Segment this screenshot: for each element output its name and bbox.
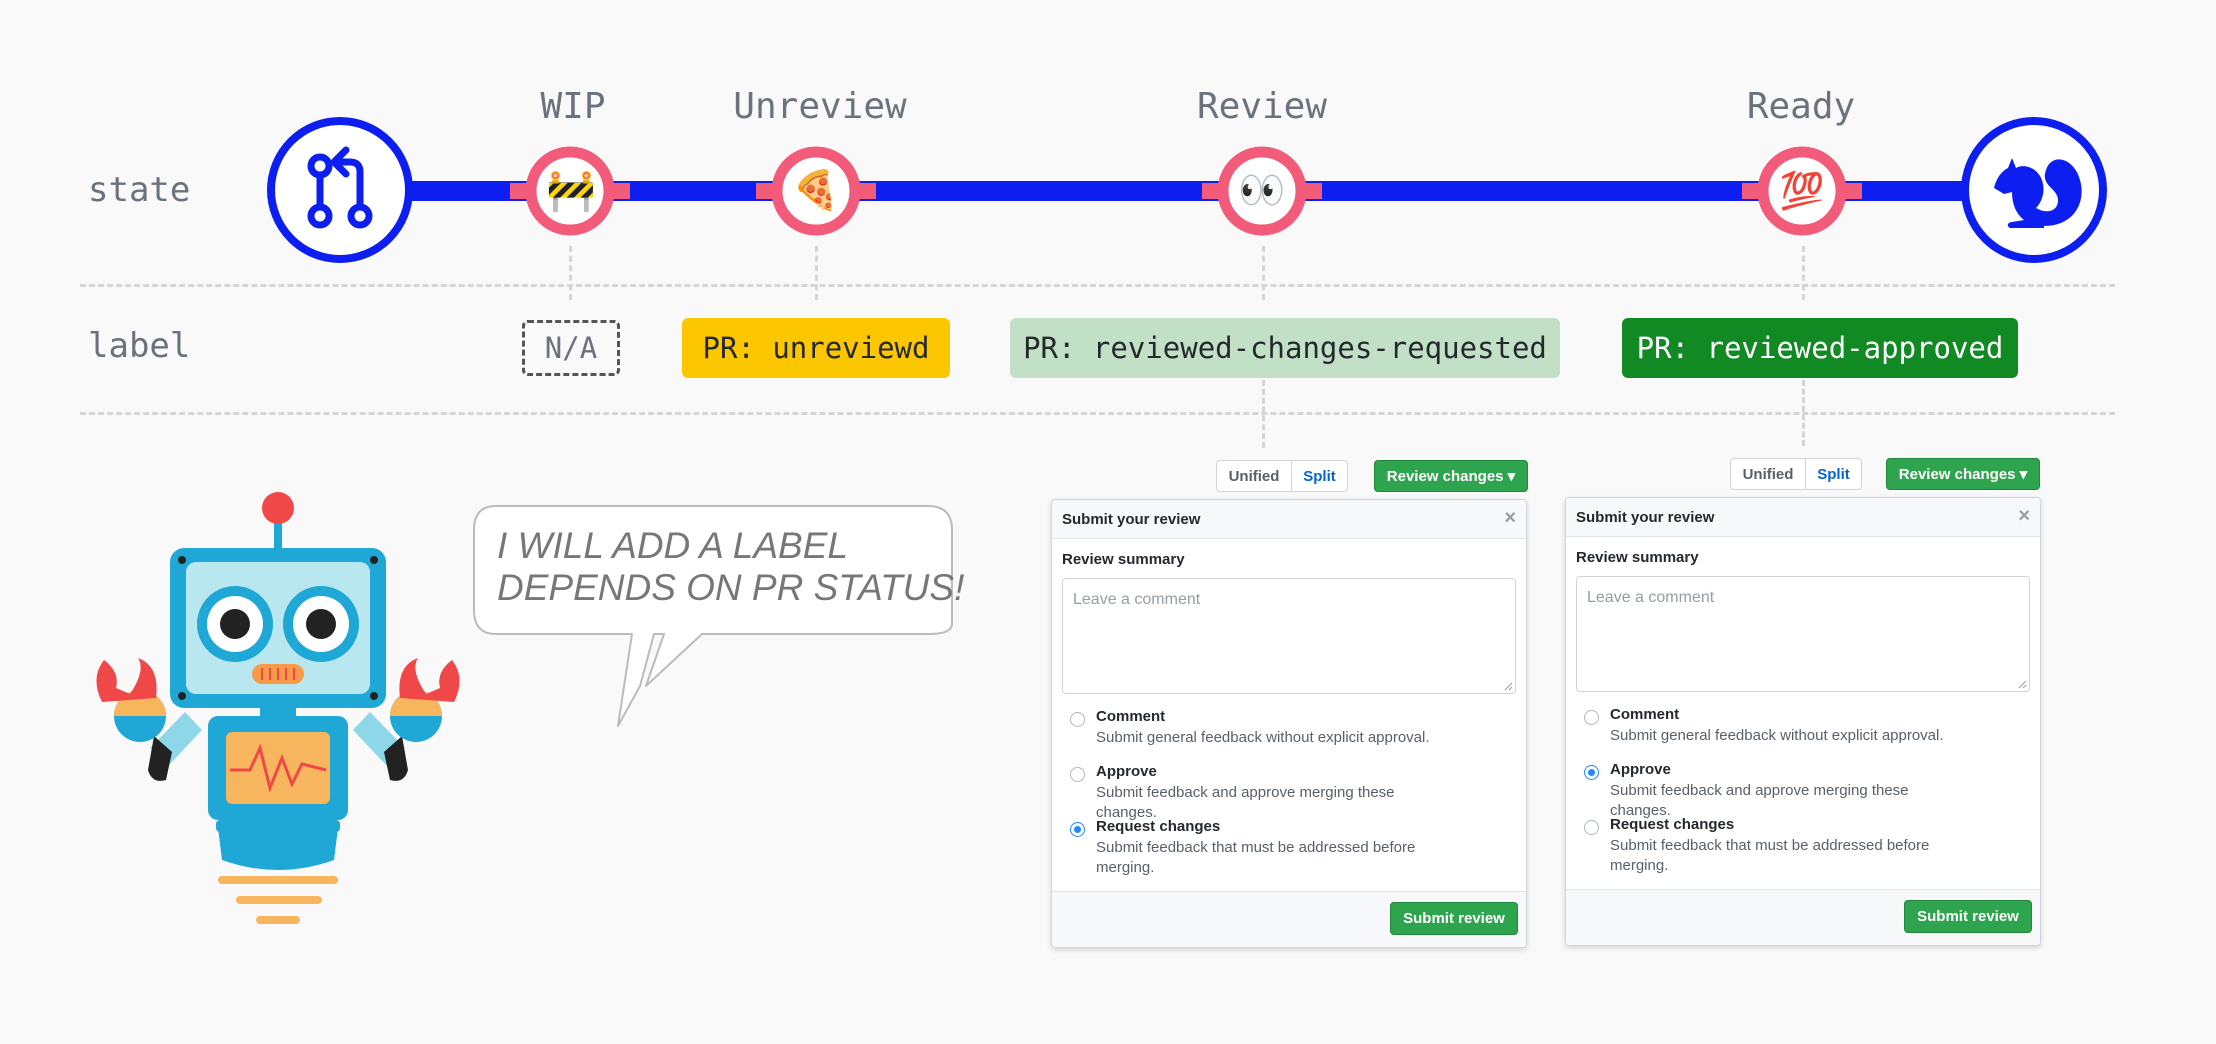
- radio-request-changes[interactable]: [1584, 820, 1599, 835]
- radio-request-changes[interactable]: [1070, 822, 1085, 837]
- hundred-points-icon: 💯: [1779, 170, 1825, 211]
- review-panel-approved: Unified Split Review changes ▾ Submit yo…: [1565, 458, 2041, 948]
- dialog-title: Submit your review: [1576, 508, 1715, 526]
- split-button[interactable]: Split: [1806, 458, 1862, 490]
- option-title: Request changes: [1610, 816, 1735, 833]
- speech-line-2: DEPENDS ON PR STATUS!: [497, 567, 965, 608]
- label-unreviewed: PR: unreviewd: [682, 318, 950, 378]
- option-request-changes[interactable]: Request changes Submit feedback that mus…: [1070, 816, 1526, 886]
- unified-button[interactable]: Unified: [1730, 458, 1806, 490]
- construction-icon: 🚧: [546, 169, 596, 213]
- label-na: N/A: [522, 320, 620, 376]
- option-approve[interactable]: Approve Submit feedback and approve merg…: [1584, 759, 2040, 819]
- robot-illustration: [96, 492, 460, 924]
- submit-review-button[interactable]: Submit review: [1904, 900, 2032, 933]
- resize-handle-icon[interactable]: [1503, 681, 1513, 691]
- comment-textarea[interactable]: Leave a comment: [1062, 578, 1516, 694]
- review-changes-button[interactable]: Review changes ▾: [1374, 460, 1528, 492]
- review-summary-label: Review summary: [1062, 551, 1185, 568]
- pull-request-icon: [267, 117, 413, 263]
- review-panel-changes: Unified Split Review changes ▾ Submit yo…: [1051, 460, 1528, 950]
- comment-placeholder: Leave a comment: [1587, 589, 1715, 606]
- option-title: Approve: [1096, 763, 1157, 780]
- review-panel-connector: [1262, 380, 1265, 448]
- option-desc: Submit feedback that must be addressed b…: [1610, 837, 1930, 874]
- radio-comment[interactable]: [1070, 712, 1085, 727]
- split-button[interactable]: Split: [1292, 460, 1348, 492]
- comment-placeholder: Leave a comment: [1073, 591, 1201, 608]
- radio-comment[interactable]: [1584, 710, 1599, 725]
- dialog-footer: Submit review: [1052, 891, 1526, 947]
- eyes-icon: 👀: [1238, 170, 1286, 212]
- resize-handle-icon[interactable]: [2017, 679, 2027, 689]
- submit-review-button[interactable]: Submit review: [1390, 902, 1518, 935]
- label-row-label: label: [88, 326, 191, 366]
- speech-text: I WILL ADD A LABEL DEPENDS ON PR STATUS!: [497, 525, 964, 609]
- dialog-header: Submit your review ×: [1566, 498, 2040, 537]
- close-icon[interactable]: ×: [1504, 507, 1516, 530]
- option-comment[interactable]: Comment Submit general feedback without …: [1070, 706, 1526, 761]
- dialog-footer: Submit review: [1566, 889, 2040, 945]
- label-changes-requested: PR: reviewed-changes-requested: [1010, 318, 1560, 378]
- diff-toggle: Unified Split: [1216, 460, 1348, 492]
- option-comment[interactable]: Comment Submit general feedback without …: [1584, 704, 2040, 759]
- option-desc: Submit general feedback without explicit…: [1096, 729, 1430, 746]
- radio-approve[interactable]: [1070, 767, 1085, 782]
- option-title: Comment: [1610, 706, 1680, 723]
- submit-review-dialog: Submit your review × Review summary Leav…: [1565, 497, 2041, 946]
- option-request-changes[interactable]: Request changes Submit feedback that mus…: [1584, 814, 2040, 884]
- submit-review-dialog: Submit your review × Review summary Leav…: [1051, 499, 1527, 948]
- ready-panel-connector: [1802, 380, 1805, 446]
- label-approved: PR: reviewed-approved: [1622, 318, 2018, 378]
- option-desc: Submit feedback that must be addressed b…: [1096, 839, 1416, 876]
- option-title: Comment: [1096, 708, 1166, 725]
- dialog-header: Submit your review ×: [1052, 500, 1526, 539]
- diff-toggle: Unified Split: [1730, 458, 1862, 490]
- separator-top: [80, 284, 2115, 287]
- timeline: [267, 117, 2107, 263]
- review-changes-button[interactable]: Review changes ▾: [1886, 458, 2040, 490]
- pizza-icon: 🍕: [792, 170, 840, 212]
- radio-approve[interactable]: [1584, 765, 1599, 780]
- dialog-title: Submit your review: [1062, 510, 1201, 528]
- separator-bottom: [80, 412, 2115, 415]
- speech-line-1: I WILL ADD A LABEL: [497, 525, 848, 566]
- option-title: Request changes: [1096, 818, 1221, 835]
- option-title: Approve: [1610, 761, 1671, 778]
- unified-button[interactable]: Unified: [1216, 460, 1292, 492]
- option-approve[interactable]: Approve Submit feedback and approve merg…: [1070, 761, 1526, 821]
- option-desc: Submit general feedback without explicit…: [1610, 727, 1944, 744]
- comment-textarea[interactable]: Leave a comment: [1576, 576, 2030, 692]
- close-icon[interactable]: ×: [2018, 505, 2030, 528]
- review-summary-label: Review summary: [1576, 549, 1699, 566]
